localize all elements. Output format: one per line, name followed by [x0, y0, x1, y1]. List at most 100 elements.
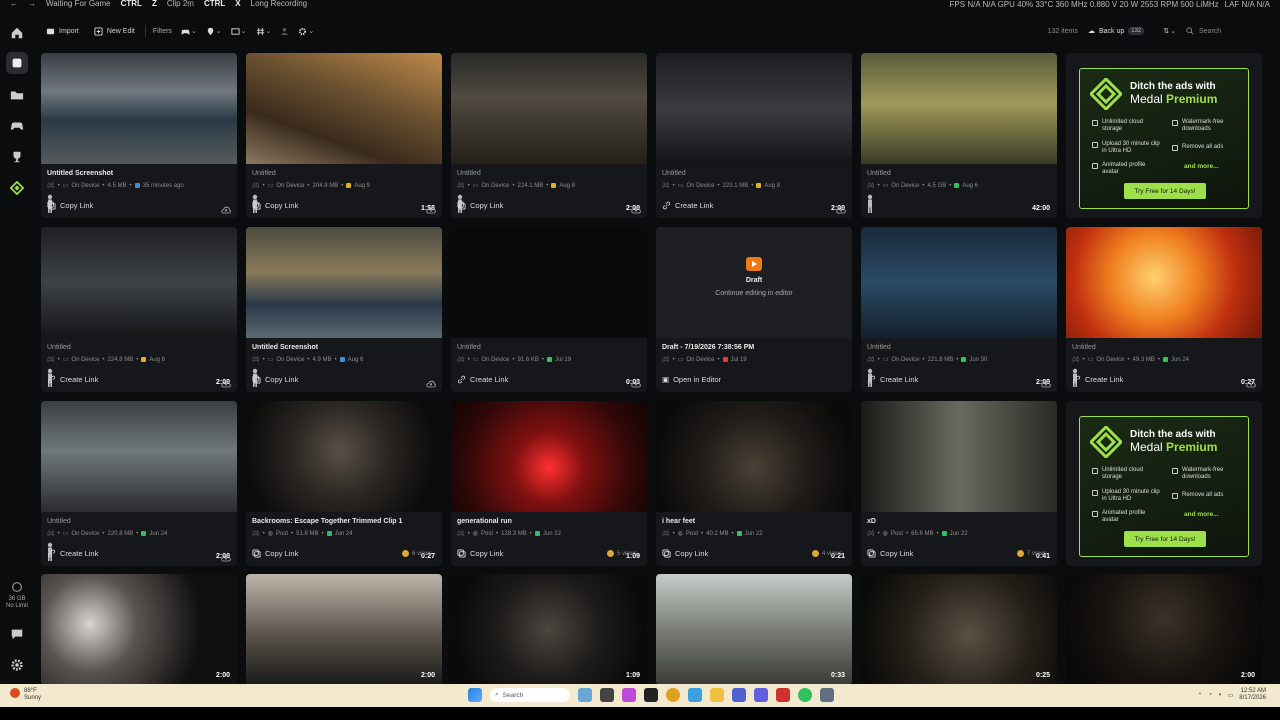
clip-thumbnail[interactable]: [861, 53, 1057, 164]
clip-action-button[interactable]: ▣ Open in Editor: [662, 375, 721, 384]
widgets-icon[interactable]: [600, 688, 614, 702]
clip-card[interactable]: 2:00 Untitled 🎮︎ • ▭ On Device • 224.8 MB…: [41, 227, 237, 392]
network-icon[interactable]: ◔: [1208, 692, 1212, 698]
clip-card[interactable]: 0:33: [656, 574, 852, 685]
clip-card[interactable]: Untitled Screenshot 🎮︎ • ▭ On Device • 4…: [246, 227, 442, 392]
try-free-button[interactable]: Try Free for 14 Days!: [1124, 531, 1206, 547]
windows-start-icon[interactable]: [468, 688, 482, 702]
clip-card[interactable]: 42:00 Untitled 🎮︎ • ▭ On Device • 4.5 GB …: [861, 53, 1057, 218]
clip-thumbnail[interactable]: [41, 53, 237, 164]
clip-action-button[interactable]: Create Link: [1072, 375, 1123, 384]
tag-filter[interactable]: ⌄: [256, 27, 271, 36]
settings-icon[interactable]: [9, 657, 25, 673]
clip-thumbnail[interactable]: [656, 574, 852, 685]
clips-icon[interactable]: [6, 52, 28, 74]
clip-thumbnail[interactable]: [861, 227, 1057, 338]
clip-action-button[interactable]: Copy Link: [457, 201, 503, 210]
clip-action-button[interactable]: Copy Link: [252, 375, 298, 384]
clip-thumbnail[interactable]: [41, 401, 237, 512]
clip-thumbnail[interactable]: [246, 227, 442, 338]
clip-action-button[interactable]: Create Link: [867, 375, 918, 384]
cloud-upload-icon[interactable]: [426, 376, 436, 388]
clip-card[interactable]: 2:00 Untitled 🎮︎ • ▭ On Device • 224.1 MB…: [451, 53, 647, 218]
back-icon[interactable]: ←: [10, 0, 18, 8]
weather-widget[interactable]: 88°F Sunny: [10, 688, 41, 702]
clip-thumbnail[interactable]: [246, 53, 442, 164]
clip-card[interactable]: 0:25: [861, 574, 1057, 685]
cloud-upload-icon[interactable]: [426, 202, 436, 214]
spotify-icon[interactable]: [798, 688, 812, 702]
clip-thumbnail[interactable]: [861, 574, 1057, 685]
edge-icon[interactable]: [688, 688, 702, 702]
clip-thumbnail[interactable]: [656, 53, 852, 164]
cloud-upload-icon[interactable]: [631, 202, 641, 214]
clip-action-button[interactable]: Copy Link: [457, 549, 503, 558]
cloud-upload-icon[interactable]: [221, 376, 231, 388]
search-input[interactable]: Search: [1186, 27, 1256, 35]
task-view-icon[interactable]: [578, 688, 592, 702]
cloud-upload-icon[interactable]: [631, 376, 641, 388]
home-icon[interactable]: [9, 25, 25, 41]
discord-icon[interactable]: [754, 688, 768, 702]
clip-thumbnail[interactable]: [451, 227, 647, 338]
trophy-icon[interactable]: [9, 149, 25, 165]
user-filter[interactable]: [280, 27, 289, 36]
clip-thumbnail[interactable]: [41, 227, 237, 338]
cloud-upload-icon[interactable]: [221, 202, 231, 214]
clip-action-button[interactable]: Copy Link: [252, 201, 298, 210]
clip-card[interactable]: Draft Continue editing in editor Draft -…: [656, 227, 852, 392]
clip-thumbnail[interactable]: [246, 574, 442, 685]
clip-thumbnail[interactable]: [1066, 227, 1262, 338]
clip-card[interactable]: Untitled Screenshot 🎮︎ • ▭ On Device • 4…: [41, 53, 237, 218]
clip-card[interactable]: 0:03 Untitled 🎮︎ • ▭ On Device • 91.6 KB …: [451, 227, 647, 392]
game-filter[interactable]: ⌄: [181, 27, 197, 36]
medal-app-icon[interactable]: [644, 688, 658, 702]
clip-card[interactable]: 1:58 Untitled 🎮︎ • ▭ On Device • 204.9 MB…: [246, 53, 442, 218]
clip-thumbnail[interactable]: [451, 574, 647, 685]
clip-card[interactable]: 0:21 i hear feet 🎮︎ • ◍ Post • 40.2 MB • …: [656, 401, 852, 566]
settings-app-icon[interactable]: [820, 688, 834, 702]
sort-button[interactable]: ⇅ ⌄: [1163, 27, 1176, 35]
battery-icon[interactable]: ▭: [1228, 692, 1234, 699]
forward-icon[interactable]: →: [28, 0, 36, 8]
clip-action-button[interactable]: Copy Link: [47, 201, 93, 210]
clip-card[interactable]: 1:09 generational run 🎮︎ • ◍ Post • 128.3…: [451, 401, 647, 566]
clip-card[interactable]: 2:00: [41, 574, 237, 685]
clip-card[interactable]: 2:00: [246, 574, 442, 685]
chrome-icon[interactable]: [666, 688, 680, 702]
try-free-button[interactable]: Try Free for 14 Days!: [1124, 183, 1206, 199]
location-filter[interactable]: ⌄: [206, 27, 222, 36]
taskbar-search[interactable]: ⌕ Search: [490, 688, 570, 702]
clip-thumbnail[interactable]: [656, 401, 852, 512]
copilot-icon[interactable]: [622, 688, 636, 702]
clip-action-button[interactable]: Copy Link: [252, 549, 298, 558]
cloud-upload-icon[interactable]: [1246, 376, 1256, 388]
clip-card[interactable]: 0:27 Untitled 🎮︎ • ▭ On Device • 49.3 MB …: [1066, 227, 1262, 392]
clip-action-button[interactable]: Create Link: [47, 375, 98, 384]
chevron-up-icon[interactable]: ⌃: [1197, 692, 1202, 699]
clip-action-button[interactable]: Copy Link: [867, 549, 913, 558]
clip-card[interactable]: 2:00 Untitled 🎮︎ • ▭ On Device • 221.8 MB…: [861, 227, 1057, 392]
media-type-filter[interactable]: ⌄: [231, 27, 247, 36]
clip-thumbnail[interactable]: [41, 574, 237, 685]
store-icon[interactable]: [732, 688, 746, 702]
clip-action-button[interactable]: Copy Link: [662, 549, 708, 558]
clip-thumbnail[interactable]: [246, 401, 442, 512]
clip-card[interactable]: 2:00 Untitled 🎮︎ • ▭ On Device • 220.8 MB…: [41, 401, 237, 566]
clock[interactable]: 12:52 AM 8/17/2026: [1239, 688, 1266, 702]
new-edit-button[interactable]: New Edit: [91, 22, 138, 40]
clip-thumbnail[interactable]: [1066, 574, 1262, 685]
game-app-icon[interactable]: [776, 688, 790, 702]
backup-button[interactable]: ☁ Back up 132: [1088, 27, 1145, 35]
import-button[interactable]: Import: [43, 22, 82, 40]
cloud-upload-icon[interactable]: [221, 550, 231, 562]
folder-icon[interactable]: [9, 87, 25, 103]
clip-thumbnail[interactable]: [861, 401, 1057, 512]
clip-thumbnail[interactable]: [451, 401, 647, 512]
chat-icon[interactable]: [9, 626, 25, 642]
clip-card[interactable]: 1:09: [451, 574, 647, 685]
clip-action-button[interactable]: Create Link: [457, 375, 508, 384]
settings-filter[interactable]: ⌄: [298, 27, 314, 36]
clip-card[interactable]: 2:00: [1066, 574, 1262, 685]
clip-card[interactable]: 2:00 Untitled 🎮︎ • ▭ On Device • 223.1 MB…: [656, 53, 852, 218]
